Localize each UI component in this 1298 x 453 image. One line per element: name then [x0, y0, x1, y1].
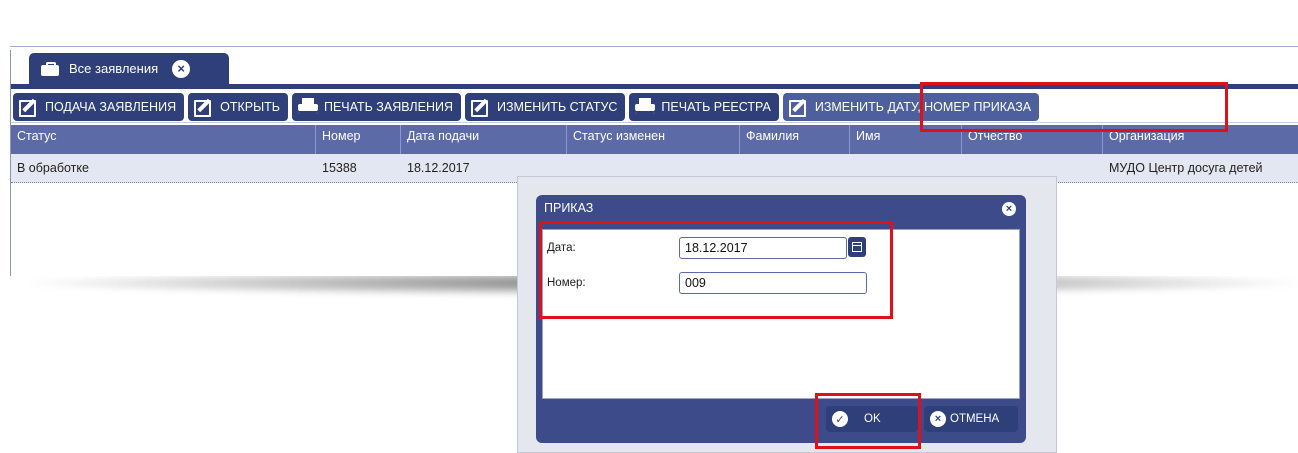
print-application-button[interactable]: ПЕЧАТЬ ЗАЯВЛЕНИЯ	[291, 92, 462, 121]
column-header[interactable]: Отчество	[962, 125, 1103, 154]
tab-all-applications[interactable]: Все заявления ×	[29, 53, 229, 84]
button-label: ПЕЧАТЬ ЗАЯВЛЕНИЯ	[323, 99, 454, 114]
button-label: ИЗМЕНИТЬ СТАТУС	[497, 99, 618, 114]
submit-application-button[interactable]: ПОДАЧА ЗАЯВЛЕНИЯ	[13, 92, 185, 121]
print-icon	[297, 97, 318, 116]
top-divider	[10, 46, 1298, 47]
check-icon: ✓	[832, 411, 848, 427]
column-header[interactable]: Номер	[316, 125, 401, 154]
cell-number: 15388	[322, 161, 357, 175]
grid-header: Статус Номер Дата подачи Статус изменен …	[11, 125, 1298, 154]
column-header[interactable]: Статус изменен	[567, 125, 740, 154]
date-field[interactable]	[679, 237, 847, 259]
cell-status: В обработке	[17, 161, 89, 175]
close-icon[interactable]: ×	[1002, 202, 1016, 216]
edit-icon	[471, 98, 491, 117]
ok-label: OK	[864, 413, 881, 425]
cell-organization: МУДО Центр досуга детей	[1109, 161, 1263, 175]
cancel-icon: ×	[930, 411, 946, 427]
close-tab-icon[interactable]: ×	[172, 59, 191, 78]
cancel-button[interactable]: × ОТМЕНА	[924, 406, 1018, 432]
open-button[interactable]: ОТКРЫТЬ	[188, 92, 288, 121]
edit-icon	[194, 98, 214, 117]
button-label: ОТКРЫТЬ	[220, 99, 280, 114]
date-label: Дата:	[547, 242, 576, 254]
dialog-body: Дата: Номер:	[542, 229, 1020, 399]
tab-label: Все заявления	[69, 61, 159, 76]
button-label: ИЗМЕНИТЬ ДАТУ, НОМЕР ПРИКАЗА	[814, 99, 1032, 114]
edit-icon	[788, 98, 809, 117]
edit-icon	[19, 98, 39, 117]
order-dialog: ПРИКАЗ × Дата: Номер: ✓ OK × ОТМЕНА	[517, 176, 1057, 453]
button-label: ПОДАЧА ЗАЯВЛЕНИЯ	[45, 99, 177, 114]
print-icon	[635, 97, 656, 116]
tab-rule	[11, 84, 1298, 89]
briefcase-icon	[41, 61, 59, 76]
column-header[interactable]: Фамилия	[740, 125, 850, 154]
dialog-window: ПРИКАЗ × Дата: Номер: ✓ OK × ОТМЕНА	[536, 195, 1026, 443]
change-order-date-number-button[interactable]: ИЗМЕНИТЬ ДАТУ, НОМЕР ПРИКАЗА	[782, 92, 1040, 121]
change-status-button[interactable]: ИЗМЕНИТЬ СТАТУС	[465, 92, 626, 121]
number-field[interactable]	[679, 272, 867, 294]
dialog-title: ПРИКАЗ	[544, 201, 594, 215]
column-header[interactable]: Организация	[1103, 125, 1298, 154]
cancel-label: ОТМЕНА	[950, 413, 1000, 425]
toolbar: ПОДАЧА ЗАЯВЛЕНИЯ ОТКРЫТЬ ПЕЧАТЬ ЗАЯВЛЕНИ…	[11, 91, 1298, 123]
column-header[interactable]: Дата подачи	[401, 125, 567, 154]
calendar-icon[interactable]	[848, 237, 866, 257]
number-label: Номер:	[547, 277, 586, 289]
column-header[interactable]: Имя	[850, 125, 962, 154]
print-registry-button[interactable]: ПЕЧАТЬ РЕЕСТРА	[629, 92, 779, 121]
button-label: ПЕЧАТЬ РЕЕСТРА	[661, 99, 771, 114]
column-header[interactable]: Статус	[11, 125, 316, 154]
applications-grid: Статус Номер Дата подачи Статус изменен …	[11, 125, 1298, 183]
cell-date: 18.12.2017	[407, 161, 470, 175]
ok-button[interactable]: ✓ OK	[826, 406, 918, 432]
